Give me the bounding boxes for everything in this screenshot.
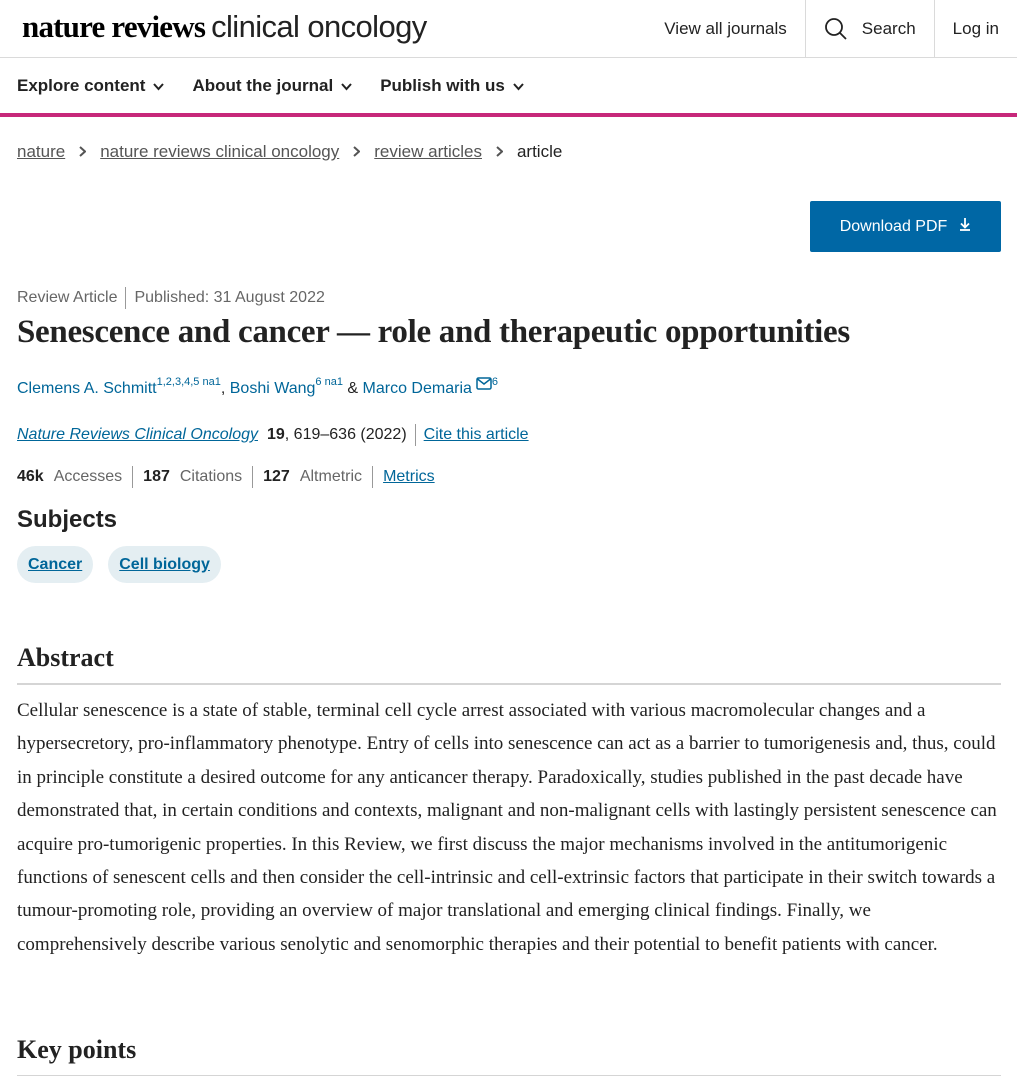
published-date: Published: 31 August 2022 [134, 289, 325, 306]
article-type: Review Article [17, 289, 118, 306]
subject-chip-cell-biology[interactable]: Cell biology [108, 546, 221, 583]
login-link[interactable]: Log in [933, 0, 1017, 57]
author-name[interactable]: Clemens A. Schmitt [17, 380, 157, 397]
altmetric-label: Altmetric [299, 468, 363, 485]
author-affiliations: 1,2,3,4,5 na1 [156, 376, 221, 388]
author-list: Clemens A. Schmitt1,2,3,4,5 na1, Boshi W… [17, 376, 499, 397]
subject-chip-cancer[interactable]: Cancer [17, 546, 94, 583]
breadcrumb-review-articles[interactable]: review articles [374, 142, 482, 162]
chevron-right-icon [79, 142, 87, 162]
download-pdf-label: Download PDF [839, 217, 948, 235]
view-all-journals-link[interactable]: View all journals [646, 0, 805, 57]
nav-label: About the journal [192, 76, 334, 95]
divider [125, 287, 127, 309]
journal-logo[interactable]: nature reviews clinical oncology [22, 9, 427, 47]
divider [252, 466, 254, 488]
key-points-heading: Key points [17, 1035, 137, 1064]
nav-label: Explore content [17, 76, 146, 95]
nav-label: Publish with us [380, 76, 505, 95]
chevron-down-icon [513, 76, 524, 96]
chevron-down-icon [341, 76, 352, 96]
article-title: Senescence and cancer — role and therape… [17, 314, 850, 350]
divider [414, 424, 416, 446]
nav-publish-with-us[interactable]: Publish with us [380, 76, 524, 96]
accesses-label: Accesses [53, 468, 123, 485]
search-button[interactable]: Search [804, 0, 934, 57]
breadcrumb-journal[interactable]: nature reviews clinical oncology [100, 142, 339, 162]
logo-light-text: clinical oncology [211, 9, 427, 44]
chevron-down-icon [153, 76, 165, 96]
email-icon[interactable] [476, 377, 492, 395]
nav-explore-content[interactable]: Explore content [17, 76, 165, 96]
citations-value: 187 [143, 468, 170, 485]
divider [372, 466, 374, 488]
abstract-text: Cellular senescence is a state of stable… [17, 700, 997, 955]
metrics-link[interactable]: Metrics [383, 468, 435, 486]
cite-this-article-link[interactable]: Cite this article [424, 426, 529, 444]
main-nav: Explore content About the journal Publis… [0, 58, 1017, 117]
journal-link[interactable]: Nature Reviews Clinical Oncology [17, 426, 258, 444]
divider [132, 466, 134, 488]
logo-bold-text: nature reviews [22, 9, 206, 44]
breadcrumb-nature[interactable]: nature [17, 142, 65, 162]
breadcrumb-current: article [516, 142, 563, 161]
subjects-heading: Subjects [17, 506, 118, 533]
abstract-heading: Abstract [17, 643, 114, 672]
chevron-right-icon [496, 142, 504, 162]
author-affiliations: 6 [491, 376, 499, 388]
search-icon [824, 17, 848, 41]
subjects-list: Cancer Cell biology [17, 546, 221, 583]
author-affiliations: 6 na1 [315, 376, 343, 388]
altmetric-value: 127 [263, 468, 290, 485]
search-label: Search [861, 18, 916, 38]
accesses-value: 46k [17, 468, 44, 485]
citations-label: Citations [179, 468, 243, 485]
article-metrics: 46k Accesses 187 Citations 127 Altmetric… [17, 466, 435, 488]
chevron-right-icon [353, 142, 361, 162]
citation-line: Nature Reviews Clinical Oncology 19, 619… [17, 424, 529, 446]
author-name[interactable]: Marco Demaria [363, 380, 472, 397]
volume: 19 [266, 426, 285, 443]
author-name[interactable]: Boshi Wang [230, 380, 316, 397]
download-icon [959, 217, 971, 236]
section-divider [17, 683, 1001, 685]
article-meta: Review Article Published: 31 August 2022 [17, 287, 325, 309]
nav-about-journal[interactable]: About the journal [192, 76, 352, 96]
breadcrumb: nature nature reviews clinical oncology … [17, 142, 562, 162]
header-actions: View all journals Search Log in [646, 0, 1017, 57]
pages-year: , 619–636 (2022) [284, 426, 407, 443]
site-header: nature reviews clinical oncology View all… [0, 0, 1017, 58]
download-pdf-button[interactable]: Download PDF [810, 201, 1001, 252]
